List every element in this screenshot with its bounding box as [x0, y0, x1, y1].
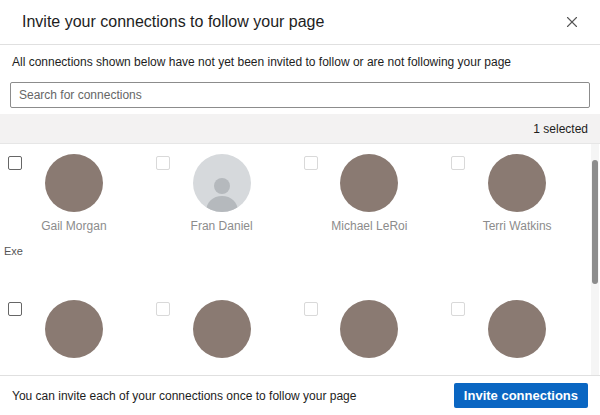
footer-note: You can invite each of your connections … — [12, 387, 356, 405]
avatar-photo — [45, 300, 103, 358]
close-button[interactable] — [560, 10, 584, 34]
selection-bar: 1 selected — [0, 114, 600, 144]
scrollbar-thumb[interactable] — [592, 160, 598, 284]
connection-name: Fran Daniel — [191, 218, 253, 234]
connection-checkbox[interactable] — [156, 156, 170, 170]
scrollbar[interactable] — [591, 144, 599, 375]
avatar-photo — [340, 154, 398, 212]
avatar-photo — [488, 300, 546, 358]
connection-name: Gail Morgan — [41, 218, 106, 234]
connection-checkbox[interactable] — [451, 302, 465, 316]
avatar-photo — [340, 300, 398, 358]
connection-name: Michael LeRoi — [331, 218, 407, 234]
connection-card[interactable] — [152, 290, 292, 375]
invite-dialog: Invite your connections to follow your p… — [0, 0, 600, 415]
dialog-title: Invite your connections to follow your p… — [22, 10, 324, 34]
avatar-photo — [45, 154, 103, 212]
dialog-footer: You can invite each of your connections … — [0, 375, 600, 415]
connection-checkbox[interactable] — [8, 302, 22, 316]
dialog-subtitle: All connections shown below have not yet… — [0, 45, 600, 82]
connection-checkbox[interactable] — [304, 302, 318, 316]
connection-card[interactable]: Gail Morgan Exe — [4, 144, 144, 284]
connection-checkbox[interactable] — [8, 156, 22, 170]
connection-card[interactable] — [4, 290, 144, 375]
connection-checkbox[interactable] — [304, 156, 318, 170]
connection-card[interactable] — [300, 290, 440, 375]
avatar-photo — [193, 300, 251, 358]
default-person-icon — [202, 172, 242, 212]
connection-checkbox[interactable] — [156, 302, 170, 316]
connection-card[interactable]: Michael LeRoi — [300, 144, 440, 284]
connection-checkbox[interactable] — [451, 156, 465, 170]
connection-card[interactable]: Terri Watkins — [447, 144, 587, 284]
selected-count: 1 selected — [533, 120, 588, 138]
search-input[interactable] — [10, 82, 590, 108]
avatar-photo — [488, 154, 546, 212]
invite-button[interactable]: Invite connections — [454, 383, 588, 408]
connection-headline: Exe — [4, 244, 23, 258]
avatar-photo — [193, 154, 251, 212]
connection-card[interactable] — [447, 290, 587, 375]
connections-grid: Gail Morgan Exe Fran Daniel Michael LeRoi Te… — [0, 144, 591, 375]
dialog-header: Invite your connections to follow your p… — [0, 0, 600, 45]
connection-card[interactable]: Fran Daniel — [152, 144, 292, 284]
close-icon — [563, 13, 581, 31]
connection-name: Terri Watkins — [483, 218, 552, 234]
